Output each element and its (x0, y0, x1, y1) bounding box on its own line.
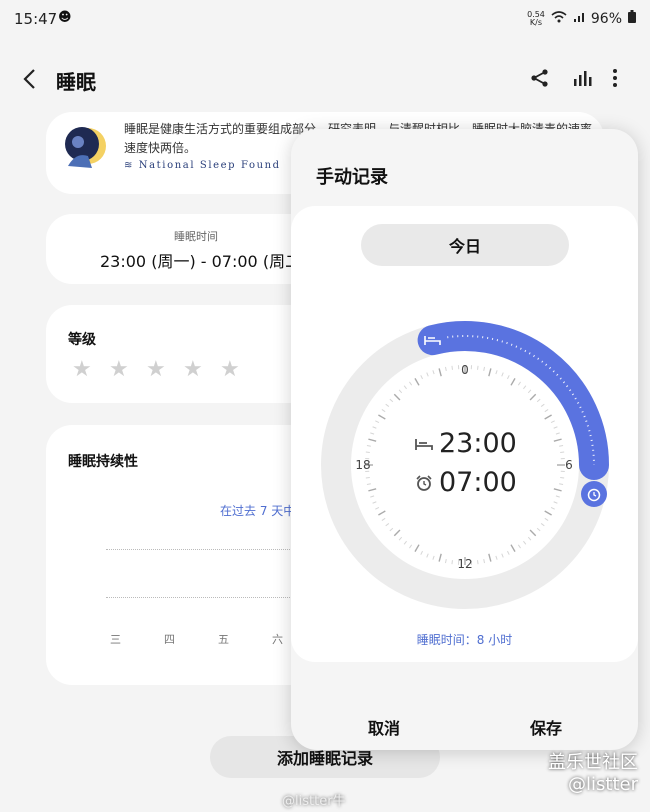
chart-gridline (106, 597, 296, 598)
sleep-clock-dial[interactable]: 0 6 12 18 (319, 319, 611, 611)
stats-button[interactable] (572, 68, 592, 92)
sleep-duration: 睡眠时间：8 小时 (416, 633, 513, 647)
day-label: 五 (218, 633, 229, 646)
battery-text: 96% (590, 10, 622, 27)
bedtime-value: 23:00 (439, 428, 517, 459)
bar-chart-icon (574, 71, 592, 86)
source-label: ≋ National Sleep Found (124, 160, 281, 171)
wake-handle[interactable] (581, 481, 607, 507)
wifi-icon (551, 10, 567, 27)
notification-icon: ☻ (58, 10, 72, 25)
clock-tick (451, 560, 453, 565)
rating-star-2[interactable]: ★ (109, 357, 129, 382)
signal-icon (573, 11, 585, 27)
waketime-value: 07:00 (439, 467, 517, 498)
bedtime-row: 23:00 (415, 428, 517, 459)
more-vertical-icon (613, 69, 617, 87)
status-right: 0.54 K/s 96% (527, 10, 636, 27)
source-logo-icon: ≋ (124, 160, 134, 171)
consistency-title: 睡眠持续性 (68, 454, 138, 470)
share-button[interactable] (530, 68, 550, 92)
watermark-community: 盖乐世社区 (548, 752, 638, 773)
net-speed: 0.54 K/s (527, 10, 545, 27)
status-time: 15:47 (14, 10, 58, 28)
status-bar: 15:47 ☻ 0.54 K/s 96% (0, 0, 650, 40)
bedtime-handle[interactable] (419, 327, 446, 354)
bed-icon (415, 438, 433, 450)
watermark-handle: @listter (568, 774, 638, 795)
chart-gridline (106, 549, 296, 550)
clock-label-18: 18 (355, 458, 370, 472)
clock-tick (477, 560, 479, 565)
cancel-button[interactable]: 取消 (368, 715, 400, 739)
battery-icon (628, 10, 636, 27)
day-label: 六 (272, 633, 283, 646)
sleep-time-value: 23:00 (周一) - 07:00 (周二) (100, 252, 308, 271)
rating-star-1[interactable]: ★ (72, 357, 92, 382)
source-text: National Sleep Found (138, 160, 281, 171)
alarm-icon (416, 474, 432, 491)
clock-face (361, 361, 569, 569)
back-button[interactable] (22, 68, 38, 94)
sleep-illustration-icon (62, 122, 108, 178)
clock-tick (365, 477, 370, 479)
consistency-subtitle: 在过去 7 天中 (220, 504, 296, 518)
day-label: 四 (164, 633, 175, 646)
clock-tick (560, 477, 565, 479)
rating-star-3[interactable]: ★ (146, 357, 166, 382)
back-icon (23, 69, 35, 89)
day-label: 三 (110, 633, 121, 646)
sleep-time-label: 睡眠时间 (174, 230, 218, 243)
page-title: 睡眠 (56, 70, 96, 94)
waketime-row: 07:00 (415, 467, 517, 498)
clock-tick (477, 365, 479, 370)
clock-tick (365, 451, 370, 453)
clock-tick (451, 365, 453, 370)
clock-label-6: 6 (565, 458, 573, 472)
manual-record-dialog: 手动记录 今日 0 6 12 18 23:00 07:00 睡眠时间：8 小时 … (291, 129, 638, 750)
clock-tick (560, 451, 565, 453)
dialog-title: 手动记录 (316, 167, 388, 188)
day-select-button[interactable]: 今日 (361, 224, 569, 266)
rating-star-5[interactable]: ★ (220, 357, 240, 382)
rating-title: 等级 (68, 332, 96, 348)
clock-label-0: 0 (461, 363, 469, 377)
net-speed-unit: K/s (529, 17, 543, 27)
clock-label-12: 12 (457, 557, 472, 571)
rating-star-4[interactable]: ★ (183, 357, 203, 382)
share-icon (531, 69, 548, 87)
more-button[interactable] (610, 68, 620, 92)
watermark-weibo: @listter牛 (282, 794, 346, 809)
save-button[interactable]: 保存 (530, 715, 562, 739)
